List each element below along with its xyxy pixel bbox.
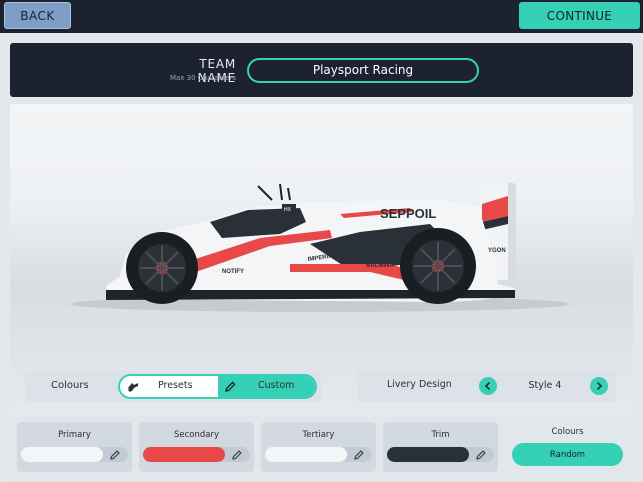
primary-label: Primary (58, 430, 91, 440)
trim-colour-fill (387, 447, 469, 462)
livery-style-value: Style 4 (528, 380, 562, 391)
random-colours-label: Colours (551, 427, 584, 437)
livery-selector: Livery Design Style 4 (357, 370, 616, 402)
custom-label: Custom (258, 380, 295, 391)
primary-colour-picker[interactable] (21, 447, 128, 462)
continue-button[interactable]: CONTINUE (519, 2, 640, 29)
sponsor-balmina: BALMINA (366, 263, 394, 269)
team-name-panel: TEAM NAME Max 30 Characters Playsport Ra… (10, 43, 633, 97)
tertiary-swatch: Tertiary (261, 422, 376, 472)
presets-label: Presets (158, 380, 193, 391)
random-button[interactable]: Random (512, 443, 623, 466)
primary-colour-fill (21, 447, 103, 462)
sponsor-seppoil: SEPPOIL (380, 206, 436, 221)
trim-colour-picker[interactable] (387, 447, 494, 462)
sponsor-hx: HX (284, 207, 292, 213)
pencil-icon (354, 450, 364, 460)
custom-tab[interactable]: Custom (218, 376, 315, 397)
pencil-icon (110, 450, 120, 460)
pencil-icon (476, 450, 486, 460)
secondary-label: Secondary (173, 430, 219, 440)
sponsor-ygon: YGON (488, 248, 506, 254)
presets-tab[interactable]: Presets (120, 376, 218, 397)
secondary-colour-fill (143, 447, 225, 462)
preset-car-icon (128, 383, 138, 392)
livery-prev-button[interactable] (479, 377, 497, 395)
livery-label: Livery Design (387, 379, 452, 390)
random-colours: Colours Random (507, 422, 628, 472)
team-name-hint: Max 30 Characters (169, 74, 236, 82)
tertiary-colour-fill (265, 447, 347, 462)
primary-swatch: Primary (17, 422, 132, 472)
tertiary-colour-picker[interactable] (265, 447, 372, 462)
secondary-swatch: Secondary (139, 422, 254, 472)
sponsor-notify: NOTIFY (222, 269, 244, 275)
pencil-icon (232, 450, 242, 460)
trim-label: Trim (431, 430, 450, 440)
colours-mode-toggle: Presets Custom (118, 374, 317, 399)
secondary-colour-picker[interactable] (143, 447, 250, 462)
chevron-right-icon (596, 381, 603, 391)
top-bar: BACK CONTINUE (0, 0, 643, 33)
back-button[interactable]: BACK (4, 2, 71, 29)
pencil-icon (225, 381, 236, 392)
team-name-input[interactable]: Playsport Racing (247, 58, 479, 83)
trim-swatch: Trim (383, 422, 498, 472)
tertiary-label: Tertiary (302, 430, 335, 440)
chevron-left-icon (484, 381, 491, 391)
colours-selector: Colours Presets Custom (25, 371, 321, 402)
colours-label: Colours (51, 380, 89, 391)
livery-next-button[interactable] (590, 377, 608, 395)
